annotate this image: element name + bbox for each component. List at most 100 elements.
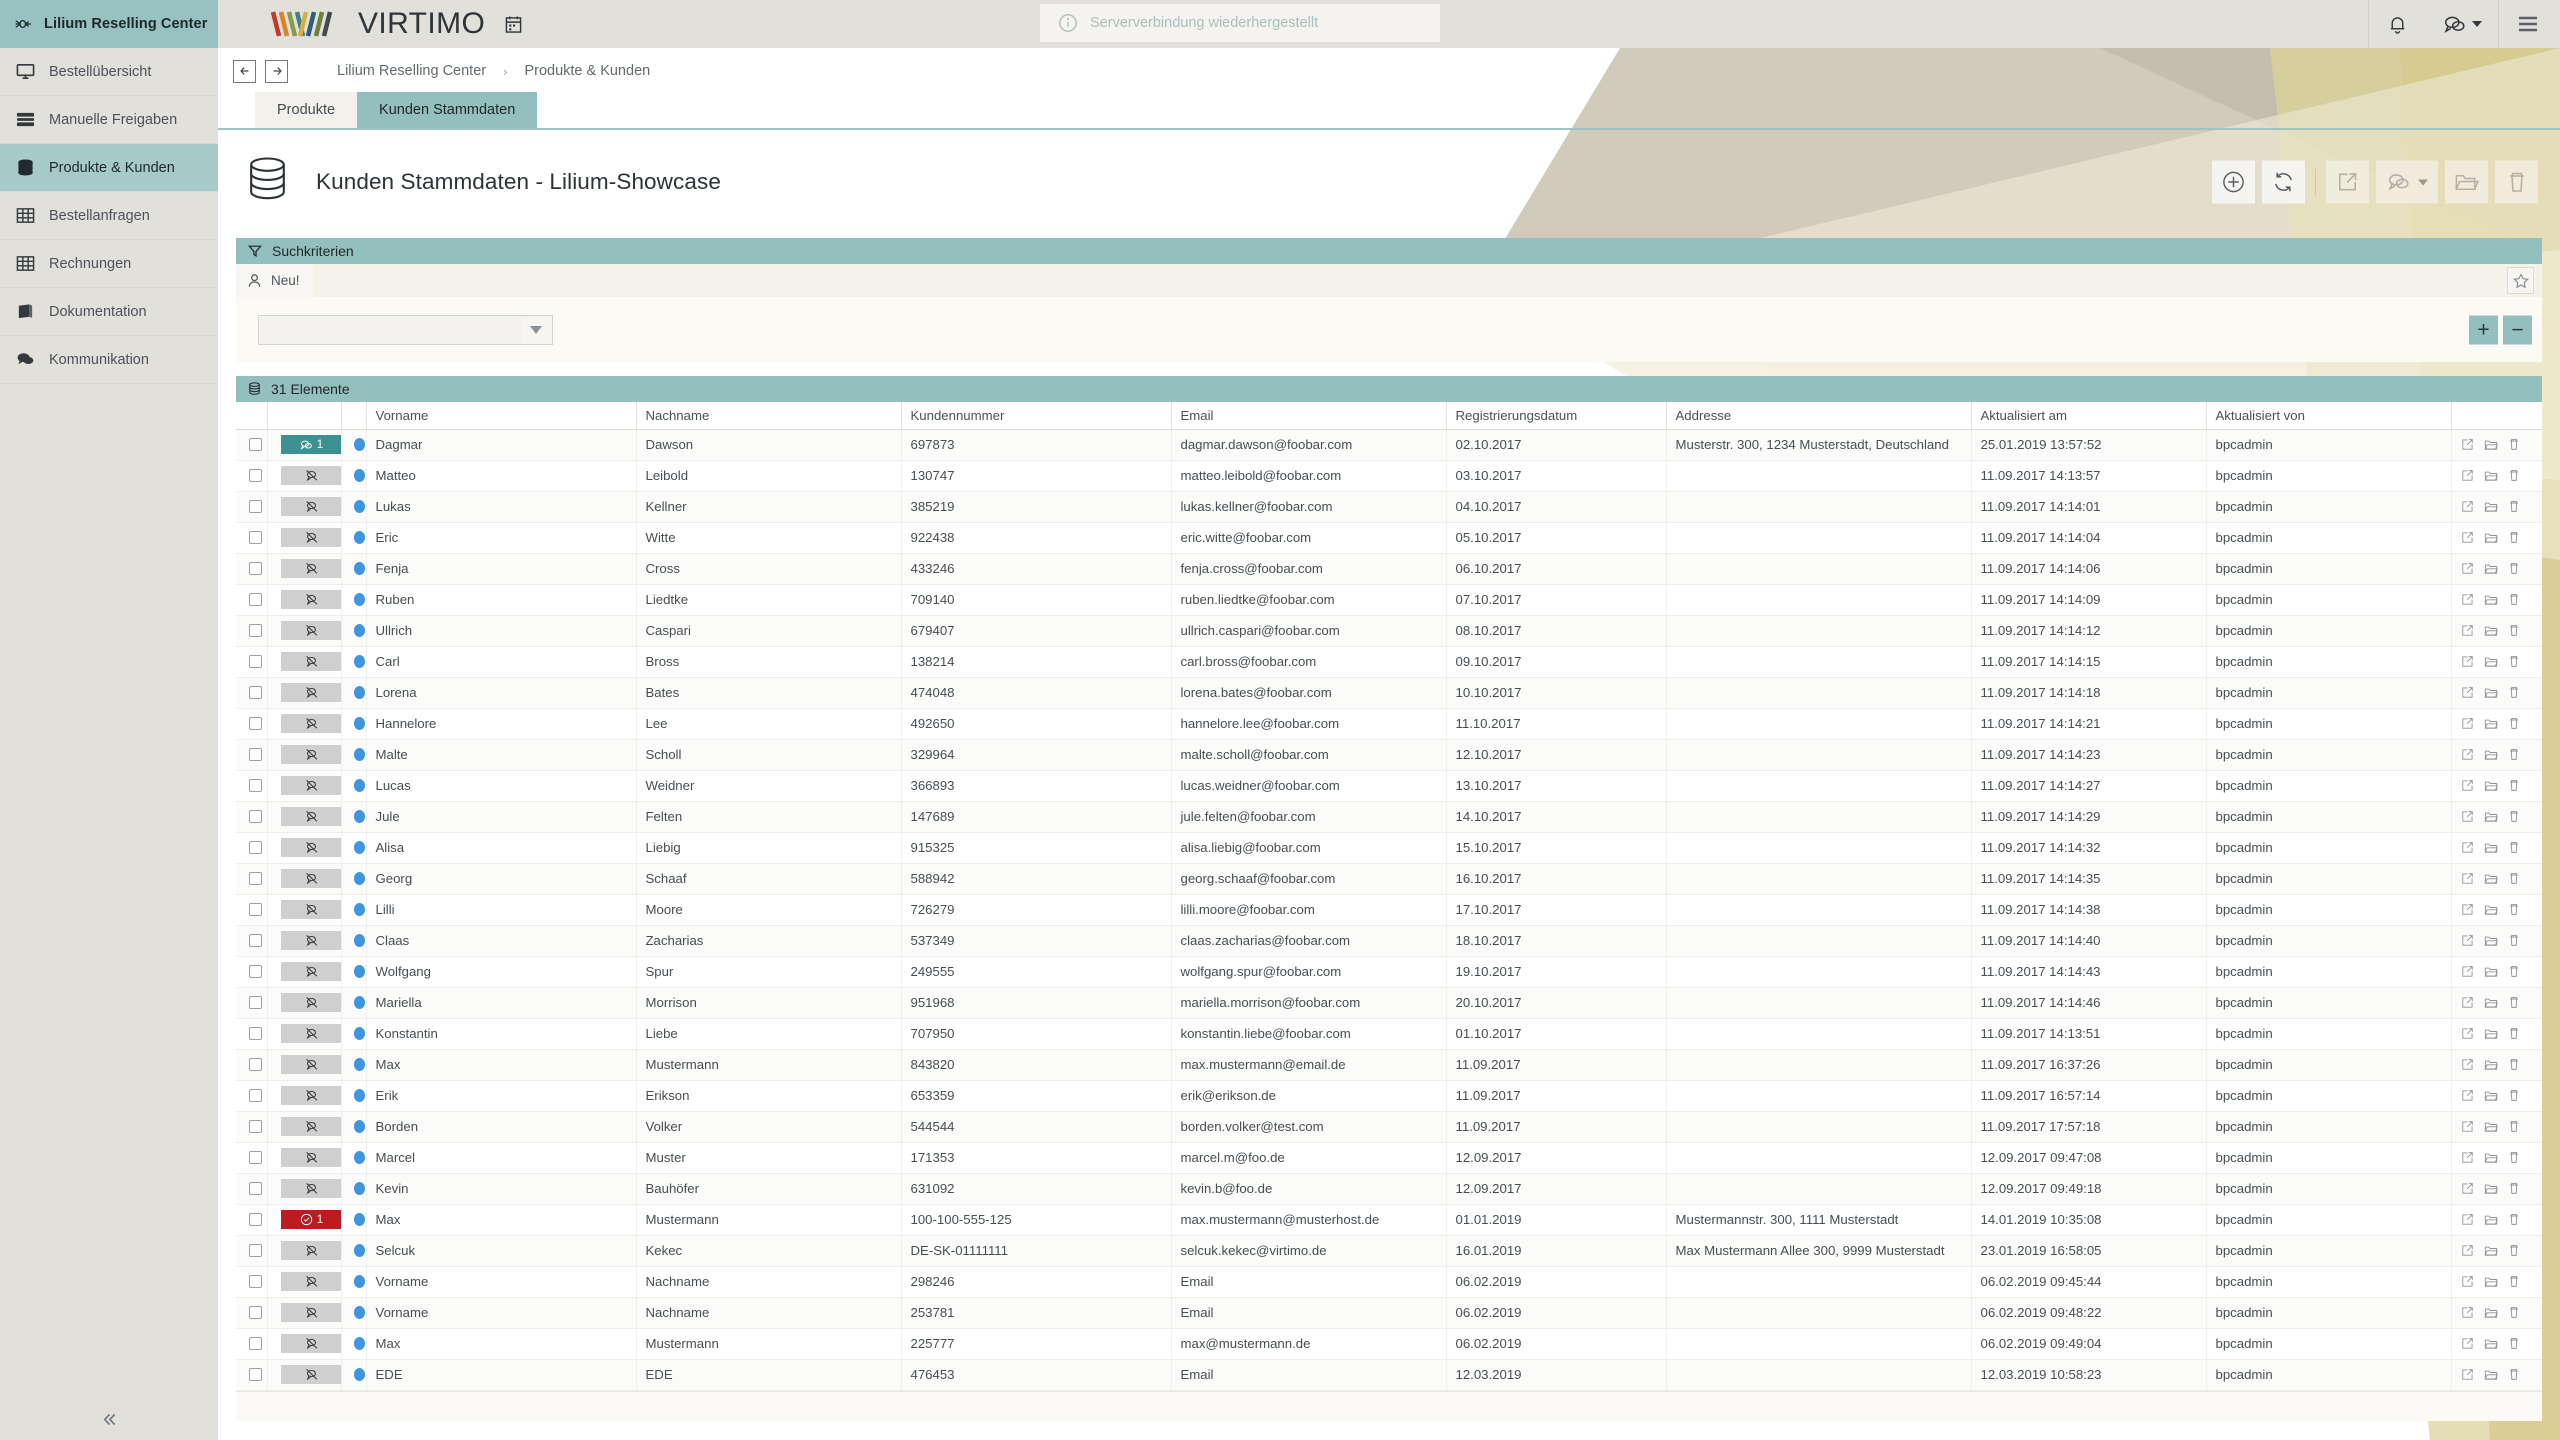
sidebar-item-dokumentation[interactable]: Dokumentation (0, 288, 218, 336)
folder-open-icon[interactable] (2484, 1121, 2498, 1133)
table-row[interactable]: Max Mustermann 225777 max@mustermann.de 06.0… (236, 1328, 2542, 1360)
add-criteria-button[interactable]: + (2469, 315, 2498, 344)
table-row[interactable]: Selcuk Kekec DE-SK-01111111 selcuk.kekec@vi… (236, 1235, 2542, 1267)
folder-button[interactable] (2445, 160, 2488, 204)
edit-icon[interactable] (2461, 1058, 2474, 1071)
column-header-kundennummer[interactable]: Kundennummer (901, 402, 1172, 430)
trash-icon[interactable] (2508, 1244, 2520, 1257)
trash-icon[interactable] (2508, 1368, 2520, 1381)
sidebar-item-bestelluebersicht[interactable]: Bestellübersicht (0, 48, 218, 96)
trash-icon[interactable] (2508, 562, 2520, 575)
trash-icon[interactable] (2508, 1089, 2520, 1102)
folder-open-icon[interactable] (2484, 501, 2498, 513)
folder-open-icon[interactable] (2484, 625, 2498, 637)
trash-icon[interactable] (2508, 1151, 2520, 1164)
table-row[interactable]: Lucas Weidner 366893 lucas.weidner@foobar.c… (236, 770, 2542, 802)
column-header-select[interactable] (236, 402, 268, 430)
table-row[interactable]: Eric Witte 922438 eric.witte@foobar.com 05.1… (236, 522, 2542, 554)
column-header-badge[interactable] (267, 402, 342, 430)
row-badge[interactable]: 1 (280, 1210, 340, 1229)
row-checkbox[interactable] (249, 903, 263, 916)
table-row[interactable]: Alisa Liebig 915325 alisa.liebig@foobar.com… (236, 832, 2542, 864)
trash-icon[interactable] (2508, 1182, 2520, 1195)
delete-button[interactable] (2495, 160, 2538, 204)
edit-icon[interactable] (2461, 1337, 2474, 1350)
row-badge[interactable] (280, 621, 340, 640)
trash-icon[interactable] (2508, 1213, 2520, 1226)
folder-open-icon[interactable] (2484, 1152, 2498, 1164)
row-badge[interactable] (280, 1148, 340, 1167)
virtimo-logo[interactable]: VIRTIMO (270, 7, 522, 41)
edit-icon[interactable] (2461, 1027, 2474, 1040)
trash-icon[interactable] (2508, 1337, 2520, 1350)
sidebar-item-manuelle-freigaben[interactable]: Manuelle Freigaben (0, 96, 218, 144)
folder-open-icon[interactable] (2484, 749, 2498, 761)
column-header-addresse[interactable]: Addresse (1666, 402, 1972, 430)
row-checkbox[interactable] (249, 1182, 263, 1195)
table-row[interactable]: Mariella Morrison 951968 mariella.morrison@… (236, 987, 2542, 1019)
sidebar-item-bestellanfragen[interactable]: Bestellanfragen (0, 192, 218, 240)
nav-forward-button[interactable] (265, 59, 288, 83)
column-header-status[interactable] (341, 402, 367, 430)
row-badge[interactable] (280, 1179, 340, 1198)
row-badge[interactable] (280, 1241, 340, 1260)
trash-icon[interactable] (2508, 655, 2520, 668)
row-badge[interactable] (280, 869, 340, 888)
row-badge[interactable] (280, 1365, 340, 1384)
folder-open-icon[interactable] (2484, 1059, 2498, 1071)
sidebar-item-produkte-kunden[interactable]: Produkte & Kunden (0, 144, 218, 192)
trash-icon[interactable] (2508, 624, 2520, 637)
row-checkbox[interactable] (249, 531, 263, 544)
edit-icon[interactable] (2461, 779, 2474, 792)
edit-icon[interactable] (2461, 1306, 2474, 1319)
row-badge[interactable] (280, 931, 340, 950)
column-header-nachname[interactable]: Nachname (636, 402, 902, 430)
table-row[interactable]: Lorena Bates 474048 lorena.bates@foobar.com… (236, 677, 2542, 709)
row-checkbox[interactable] (249, 1089, 263, 1102)
row-badge[interactable] (280, 1117, 340, 1136)
criteria-select[interactable] (258, 314, 553, 345)
row-checkbox[interactable] (249, 810, 263, 823)
edit-icon[interactable] (2461, 934, 2474, 947)
table-row[interactable]: Vorname Nachname 298246 Email 06.02.2019 06.0… (236, 1266, 2542, 1298)
folder-open-icon[interactable] (2484, 687, 2498, 699)
row-badge[interactable] (280, 590, 340, 609)
edit-icon[interactable] (2461, 810, 2474, 823)
folder-open-icon[interactable] (2484, 1307, 2498, 1319)
notifications-button[interactable] (2369, 0, 2426, 48)
table-row[interactable]: Marcel Muster 171353 marcel.m@foo.de 12.09.2… (236, 1142, 2542, 1174)
folder-open-icon[interactable] (2484, 1090, 2498, 1102)
row-badge[interactable] (280, 1086, 340, 1105)
row-checkbox[interactable] (249, 562, 263, 575)
nav-back-button[interactable] (233, 59, 256, 83)
edit-icon[interactable] (2461, 1275, 2474, 1288)
row-checkbox[interactable] (249, 469, 263, 482)
table-row[interactable]: Hannelore Lee 492650 hannelore.lee@foobar.c… (236, 708, 2542, 740)
new-customer-button[interactable]: Neu! (236, 264, 314, 297)
trash-icon[interactable] (2508, 469, 2520, 482)
row-checkbox[interactable] (249, 1120, 263, 1133)
edit-icon[interactable] (2461, 717, 2474, 730)
row-badge[interactable] (280, 497, 340, 516)
folder-open-icon[interactable] (2484, 1214, 2498, 1226)
folder-open-icon[interactable] (2484, 811, 2498, 823)
folder-open-icon[interactable] (2484, 1183, 2498, 1195)
row-checkbox[interactable] (249, 500, 263, 513)
edit-icon[interactable] (2461, 841, 2474, 854)
tab-kunden-stammdaten[interactable]: Kunden Stammdaten (357, 92, 538, 128)
row-checkbox[interactable] (249, 872, 263, 885)
row-badge[interactable] (280, 1055, 340, 1074)
table-row[interactable]: Lilli Moore 726279 lilli.moore@foobar.com 17… (236, 894, 2542, 926)
folder-open-icon[interactable] (2484, 904, 2498, 916)
trash-icon[interactable] (2508, 748, 2520, 761)
table-row[interactable]: Vorname Nachname 253781 Email 06.02.2019 06.0… (236, 1297, 2542, 1329)
row-checkbox[interactable] (249, 748, 263, 761)
trash-icon[interactable] (2508, 1027, 2520, 1040)
comments-button[interactable] (2376, 160, 2438, 204)
menu-button[interactable] (2499, 0, 2556, 48)
row-checkbox[interactable] (249, 1337, 263, 1350)
trash-icon[interactable] (2508, 1275, 2520, 1288)
column-header-vorname[interactable]: Vorname (366, 402, 637, 430)
folder-open-icon[interactable] (2484, 439, 2498, 451)
column-header-registrierungsdatum[interactable]: Registrierungsdatum (1446, 402, 1667, 430)
